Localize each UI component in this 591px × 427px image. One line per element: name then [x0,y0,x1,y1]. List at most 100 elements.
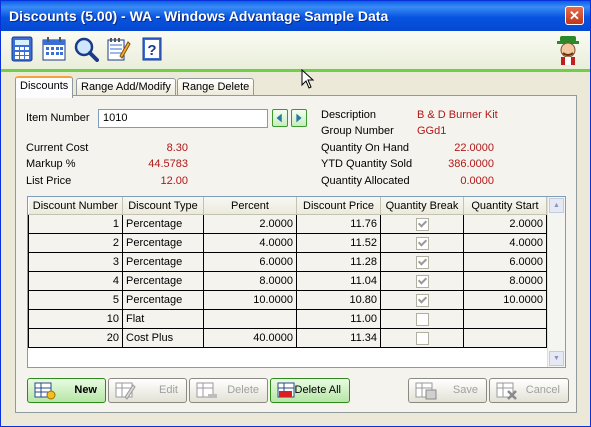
description-value: B & D Burner Kit [417,109,498,121]
discount-number-cell[interactable]: 10 [28,309,123,329]
quantity-start-cell[interactable] [463,328,547,348]
quantity-start-cell[interactable]: 4.0000 [463,233,547,253]
help-book-icon[interactable]: ? [139,36,165,62]
discount-price-cell[interactable]: 11.76 [296,214,381,234]
discount-price-cell[interactable]: 11.00 [296,309,381,329]
tab-discounts[interactable]: Discounts [15,76,74,98]
discount-type-cell[interactable]: Cost Plus [122,328,204,348]
percent-cell[interactable]: 4.0000 [203,233,297,253]
calendar-icon[interactable] [41,36,67,62]
close-button[interactable]: ✕ [565,6,584,25]
discount-number-cell[interactable]: 1 [28,214,123,234]
discount-number-cell[interactable]: 3 [28,252,123,272]
column-header-discount-type[interactable]: Discount Type [122,197,204,215]
quantity-break-cell[interactable] [380,214,464,234]
quantity-break-cell[interactable] [380,309,464,329]
quantity-break-checkbox[interactable] [415,255,429,269]
discount-price-cell[interactable]: 11.52 [296,233,381,253]
discount-type-cell[interactable]: Percentage [122,252,204,272]
percent-cell[interactable]: 10.0000 [203,290,297,310]
current-cost-value: 8.30 [166,142,188,154]
previous-item-button[interactable] [272,109,288,127]
magnifier-icon[interactable] [73,36,99,62]
discount-price-cell[interactable]: 11.04 [296,271,381,291]
table-row[interactable]: 1 Percentage 2.0000 11.76 2.0000 [28,214,547,234]
delete-all-button-label: Delete All [294,384,341,396]
list-price-label: List Price [26,175,72,187]
quantity-break-checkbox[interactable] [415,312,429,326]
table-row[interactable]: 10 Flat 11.00 [28,309,547,329]
quantity-break-checkbox[interactable] [415,236,429,250]
table-row[interactable]: 3 Percentage 6.0000 11.28 6.0000 [28,252,547,272]
tab-range-delete[interactable]: Range Delete [177,78,255,96]
quantity-start-cell[interactable] [463,309,547,329]
table-row[interactable]: 20 Cost Plus 40.0000 11.34 [28,328,547,348]
discount-type-cell[interactable]: Percentage [122,290,204,310]
quantity-break-checkbox[interactable] [415,293,429,307]
quantity-break-cell[interactable] [380,233,464,253]
edit-button[interactable]: Edit [108,378,187,403]
quantity-start-cell[interactable]: 10.0000 [463,290,547,310]
percent-cell[interactable]: 40.0000 [203,328,297,348]
quantity-start-cell[interactable]: 8.0000 [463,271,547,291]
toolbar: ? [1,31,590,72]
discounts-window: Discounts (5.00) - WA - Windows Advantag… [0,0,591,427]
mouse-cursor-icon [301,69,315,89]
item-number-input[interactable]: 1010 [98,109,268,128]
delete-button[interactable]: Delete [189,378,268,403]
quantity-start-cell[interactable]: 6.0000 [463,252,547,272]
table-row[interactable]: 2 Percentage 4.0000 11.52 4.0000 [28,233,547,253]
discount-type-cell[interactable]: Percentage [122,271,204,291]
column-header-discount-price[interactable]: Discount Price [296,197,381,215]
calculator-icon[interactable] [9,36,35,62]
grid-header-row: Discount Number Discount Type Percent Di… [28,197,547,215]
tab-range-add-modify[interactable]: Range Add/Modify [76,78,176,96]
column-header-discount-number[interactable]: Discount Number [28,197,123,215]
discount-price-cell[interactable]: 11.28 [296,252,381,272]
quantity-on-hand-value: 22.0000 [454,142,494,154]
new-button-label: New [74,384,97,396]
save-button[interactable]: Save [408,378,487,403]
ytd-quantity-sold-value: 386.0000 [448,158,494,170]
save-icon [415,382,437,400]
column-header-percent[interactable]: Percent [203,197,297,215]
discount-number-cell[interactable]: 5 [28,290,123,310]
scroll-up-icon[interactable]: ▲ [549,198,564,213]
quantity-break-cell[interactable] [380,271,464,291]
title-bar[interactable]: Discounts (5.00) - WA - Windows Advantag… [1,1,590,31]
quantity-allocated-value: 0.0000 [460,175,494,187]
quantity-break-cell[interactable] [380,328,464,348]
percent-cell[interactable] [203,309,297,329]
discount-number-cell[interactable]: 2 [28,233,123,253]
table-row[interactable]: 5 Percentage 10.0000 10.80 10.0000 [28,290,547,310]
percent-cell[interactable]: 6.0000 [203,252,297,272]
quantity-break-checkbox[interactable] [415,217,429,231]
new-button[interactable]: New [27,378,106,403]
quantity-break-checkbox[interactable] [415,331,429,345]
discount-type-cell[interactable]: Percentage [122,214,204,234]
discount-price-cell[interactable]: 10.80 [296,290,381,310]
next-item-button[interactable] [291,109,307,127]
notepad-pencil-icon[interactable] [105,36,131,62]
grid-vertical-scrollbar[interactable]: ▲ ▼ [547,197,565,367]
percent-cell[interactable]: 2.0000 [203,214,297,234]
delete-all-button[interactable]: Delete All [270,378,350,403]
window-title: Discounts (5.00) - WA - Windows Advantag… [9,8,389,24]
column-header-quantity-start[interactable]: Quantity Start [463,197,547,215]
cancel-button[interactable]: Cancel [489,378,569,403]
column-header-quantity-break[interactable]: Quantity Break [380,197,464,215]
quantity-break-cell[interactable] [380,290,464,310]
quantity-break-cell[interactable] [380,252,464,272]
discount-price-cell[interactable]: 11.34 [296,328,381,348]
discount-number-cell[interactable]: 4 [28,271,123,291]
quantity-break-checkbox[interactable] [415,274,429,288]
table-row[interactable]: 4 Percentage 8.0000 11.04 8.0000 [28,271,547,291]
percent-cell[interactable]: 8.0000 [203,271,297,291]
discounts-grid[interactable]: Discount Number Discount Type Percent Di… [27,196,566,368]
discount-type-cell[interactable]: Percentage [122,233,204,253]
scroll-down-icon[interactable]: ▼ [549,351,564,366]
discount-type-cell[interactable]: Flat [122,309,204,329]
quantity-start-cell[interactable]: 2.0000 [463,214,547,234]
save-button-label: Save [452,384,478,396]
discount-number-cell[interactable]: 20 [28,328,123,348]
